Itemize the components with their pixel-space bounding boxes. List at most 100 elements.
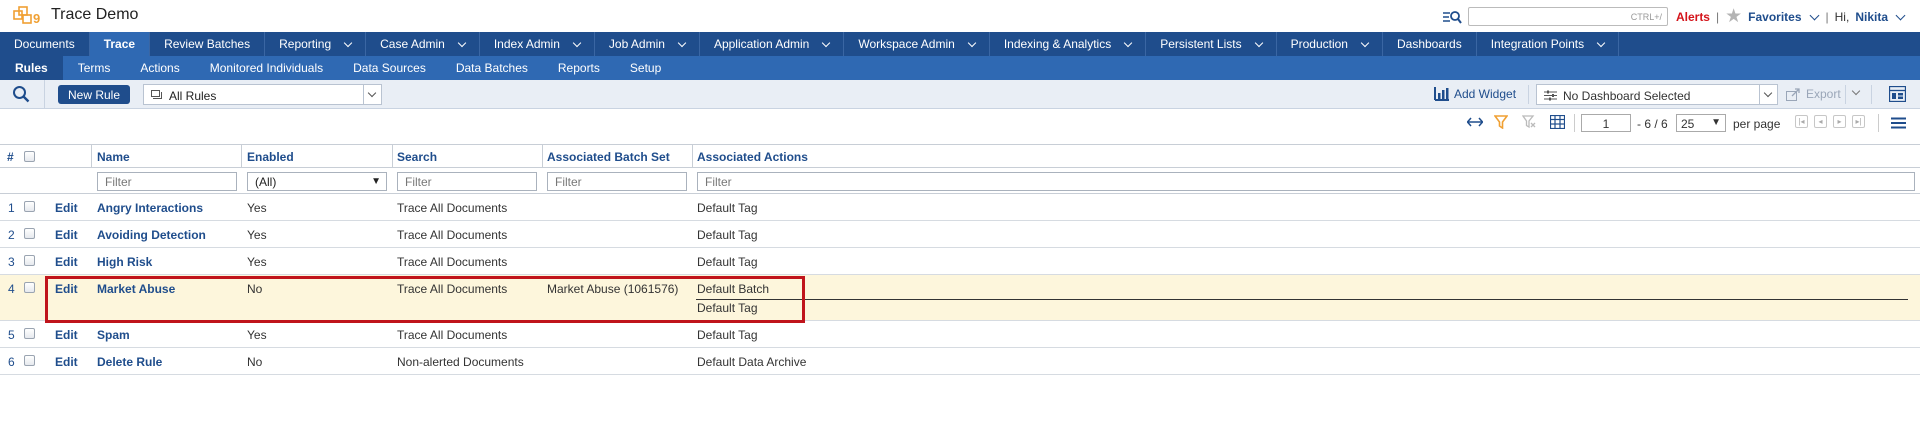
rule-name-link[interactable]: Angry Interactions: [97, 201, 203, 215]
subtab-actions[interactable]: Actions: [125, 56, 194, 80]
tab-review-batches[interactable]: Review Batches: [150, 32, 266, 56]
svg-text:9: 9: [33, 11, 40, 26]
name-filter-input[interactable]: Filter: [97, 172, 237, 191]
header-actions[interactable]: Associated Actions: [697, 150, 808, 164]
tab-integration-points[interactable]: Integration Points: [1477, 32, 1620, 56]
previous-page-icon[interactable]: ◂: [1814, 115, 1827, 128]
new-rule-button[interactable]: New Rule: [58, 85, 131, 104]
view-toolbar: New Rule All Rules Add Widget No Dashboa…: [0, 80, 1920, 109]
separator: |: [1825, 9, 1829, 24]
per-page-label: per page: [1733, 117, 1781, 131]
rule-name-link[interactable]: High Risk: [97, 255, 152, 269]
search-icon[interactable]: [1442, 9, 1462, 25]
edit-link[interactable]: Edit: [55, 228, 78, 242]
row-number: 1: [8, 201, 15, 215]
tab-job-admin[interactable]: Job Admin: [595, 32, 700, 56]
subtab-setup[interactable]: Setup: [615, 56, 676, 80]
first-page-icon[interactable]: |◂: [1795, 115, 1808, 128]
last-page-icon[interactable]: ▸|: [1852, 115, 1865, 128]
next-page-icon[interactable]: ▸: [1833, 115, 1846, 128]
favorites-menu[interactable]: Favorites: [1748, 10, 1801, 24]
tab-case-admin[interactable]: Case Admin: [366, 32, 480, 56]
row-checkbox[interactable]: [24, 228, 35, 239]
chevron-down-icon[interactable]: [1852, 88, 1861, 97]
rule-name-link[interactable]: Spam: [97, 328, 130, 342]
action-divider: [696, 299, 1908, 300]
tab-label: Persistent Lists: [1160, 37, 1242, 51]
row-checkbox[interactable]: [24, 328, 35, 339]
chevron-down-icon[interactable]: [1895, 10, 1906, 20]
add-widget-button[interactable]: Add Widget: [1434, 87, 1516, 101]
row-number: 3: [8, 255, 15, 269]
subtab-data-batches[interactable]: Data Batches: [441, 56, 543, 80]
batch-set-filter-input[interactable]: Filter: [547, 172, 687, 191]
tab-production[interactable]: Production: [1277, 32, 1383, 56]
actions-filter-input[interactable]: Filter: [697, 172, 1915, 191]
row-checkbox[interactable]: [24, 355, 35, 366]
header-search[interactable]: Search: [397, 150, 437, 164]
subtab-terms[interactable]: Terms: [63, 56, 126, 80]
subtab-data-sources[interactable]: Data Sources: [338, 56, 441, 80]
tab-trace[interactable]: Trace: [89, 32, 151, 56]
page-number-input[interactable]: 1: [1581, 114, 1631, 132]
app-logo-icon[interactable]: 9: [13, 5, 45, 27]
header-name[interactable]: Name: [97, 150, 130, 164]
row-checkbox[interactable]: [24, 282, 35, 293]
columns-icon[interactable]: [1550, 115, 1565, 129]
edit-link[interactable]: Edit: [55, 255, 78, 269]
subtab-rules[interactable]: Rules: [0, 56, 63, 80]
tab-reporting[interactable]: Reporting: [265, 32, 367, 56]
user-menu[interactable]: Nikita: [1855, 10, 1888, 24]
row-checkbox[interactable]: [24, 201, 35, 212]
enabled-filter-value: (All): [255, 175, 277, 189]
column-divider: [542, 145, 543, 167]
alerts-link[interactable]: Alerts: [1676, 10, 1710, 24]
tab-workspace-admin[interactable]: Workspace Admin: [844, 32, 990, 56]
rule-action: Default Tag: [697, 228, 758, 242]
header-enabled[interactable]: Enabled: [247, 150, 294, 164]
chevron-down-icon[interactable]: [363, 85, 381, 104]
tab-label: Application Admin: [713, 37, 810, 51]
subtab-monitored-individuals[interactable]: Monitored Individuals: [195, 56, 338, 80]
menu-icon[interactable]: [1891, 117, 1906, 129]
tab-persistent-lists[interactable]: Persistent Lists: [1146, 32, 1277, 56]
tab-application-admin[interactable]: Application Admin: [700, 32, 845, 56]
tab-documents[interactable]: Documents: [0, 32, 90, 56]
separator: |: [1715, 9, 1720, 24]
header-batch-set[interactable]: Associated Batch Set: [547, 150, 670, 164]
select-all-checkbox[interactable]: [24, 151, 35, 162]
app-title: Trace Demo: [51, 6, 139, 23]
edit-link[interactable]: Edit: [55, 328, 78, 342]
top-bar: 9 Trace Demo CTRL+/ Alerts | ★ Favorites…: [0, 0, 1920, 32]
quick-search-input[interactable]: CTRL+/: [1467, 7, 1668, 26]
rule-name-link[interactable]: Avoiding Detection: [97, 228, 206, 242]
per-page-value: 25: [1681, 117, 1695, 131]
chevron-down-icon[interactable]: [1759, 85, 1777, 104]
edit-link[interactable]: Edit: [55, 201, 78, 215]
rule-enabled: Yes: [247, 201, 267, 215]
rule-search: Trace All Documents: [397, 228, 508, 242]
rule-enabled: No: [247, 355, 263, 369]
tab-indexing-analytics[interactable]: Indexing & Analytics: [990, 32, 1147, 56]
grid-header: # Name Enabled Search Associated Batch S…: [0, 144, 1920, 168]
star-icon[interactable]: ★: [1725, 7, 1742, 26]
rule-name-link[interactable]: Delete Rule: [97, 355, 162, 369]
tab-index-admin[interactable]: Index Admin: [480, 32, 595, 56]
per-page-select[interactable]: 25 ▼: [1676, 114, 1726, 132]
row-checkbox[interactable]: [24, 255, 35, 266]
chevron-down-icon: [1596, 38, 1606, 47]
search-icon[interactable]: [12, 85, 30, 103]
view-select[interactable]: All Rules: [143, 84, 382, 105]
expand-width-icon[interactable]: [1467, 117, 1483, 127]
tab-dashboards[interactable]: Dashboards: [1383, 32, 1477, 56]
edit-link[interactable]: Edit: [55, 355, 78, 369]
export-button[interactable]: Export: [1786, 87, 1841, 101]
chevron-down-icon[interactable]: [1809, 10, 1819, 20]
clear-filter-icon[interactable]: [1522, 115, 1536, 129]
search-filter-input[interactable]: Filter: [397, 172, 537, 191]
enabled-filter-select[interactable]: (All) ▼: [247, 172, 387, 191]
dashboard-select[interactable]: No Dashboard Selected: [1536, 84, 1778, 105]
layout-icon[interactable]: [1889, 86, 1906, 102]
subtab-reports[interactable]: Reports: [543, 56, 615, 80]
filter-icon[interactable]: [1494, 115, 1508, 129]
